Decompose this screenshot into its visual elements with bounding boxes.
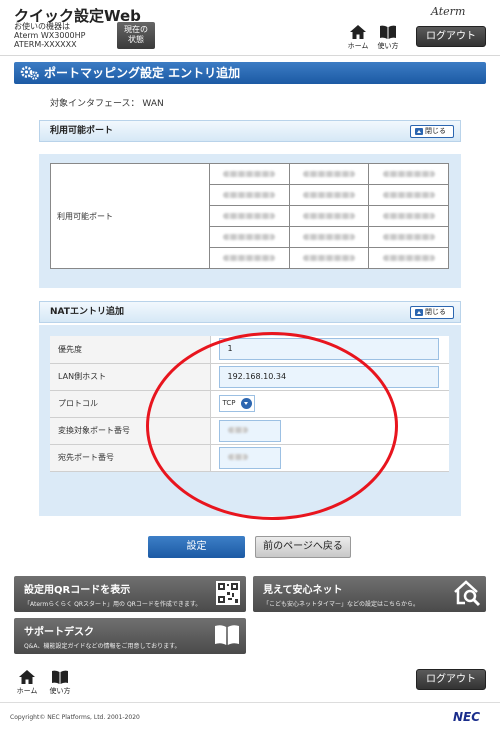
tile-description: 「Atermらくらく QRスタート」用の QRコードを作成できます。 (24, 601, 202, 608)
page-title-text: ポートマッピング設定 エントリ追加 (44, 66, 241, 80)
book-icon (215, 625, 239, 645)
gear-icon (20, 66, 39, 80)
interface-line: 対象インタフェース： WAN (50, 99, 164, 109)
footer-divider (0, 702, 500, 703)
close-label: 閉じる (425, 308, 446, 316)
brand-logo: Aterm (431, 5, 466, 18)
section-title: NATエントリ追加 (50, 307, 124, 317)
tile-title: 見えて安心ネット (263, 585, 343, 596)
nat-entry-close-button[interactable]: 閉じる (410, 306, 454, 319)
highlight-circle (146, 332, 398, 520)
redacted-cell (288, 184, 370, 206)
redacted-cell (209, 184, 290, 206)
tile-title: 設定用QRコードを表示 (24, 585, 131, 596)
status-button-line: 現在の (124, 25, 148, 34)
redacted-cell (368, 247, 449, 269)
page-title: ポートマッピング設定 エントリ追加 (14, 62, 486, 84)
close-label: 閉じる (425, 127, 446, 135)
submit-button[interactable]: 設定 (148, 536, 245, 558)
nat-entry-header: NATエントリ追加 閉じる (39, 301, 461, 323)
footer-home-link[interactable]: ホーム (14, 670, 40, 696)
available-ports-body: 利用可能ポート (39, 154, 461, 288)
mieteanshin-tile[interactable]: 見えて安心ネット 「こども安心ネットタイマー」などの設定はこちらから。 (253, 576, 486, 612)
redacted-cell (368, 163, 449, 185)
home-label: ホーム (16, 687, 38, 695)
nec-logo: NEC (453, 710, 481, 724)
chevron-up-icon (415, 309, 423, 316)
back-button[interactable]: 前のページへ戻る (255, 536, 351, 558)
redacted-cell (368, 184, 449, 206)
available-ports-label: 利用可能ポート (50, 163, 210, 269)
redacted-cell (368, 226, 449, 248)
tile-title: サポートデスク (24, 627, 94, 638)
status-button-line: 状態 (128, 35, 144, 44)
available-ports-close-button[interactable]: 閉じる (410, 125, 454, 138)
tile-description: Q&A、機能設定ガイドなどの情報をご用意しております。 (24, 643, 181, 650)
qr-code-tile[interactable]: 設定用QRコードを表示 「Atermらくらく QRスタート」用の QRコードを作… (14, 576, 246, 612)
redacted-cell (209, 247, 290, 269)
chevron-up-icon (415, 128, 423, 135)
footer-logout-button[interactable]: ログアウト (416, 669, 486, 690)
current-status-button[interactable]: 現在の 状態 (117, 22, 155, 49)
home-icon (19, 670, 35, 684)
available-ports-header: 利用可能ポート 閉じる (39, 120, 461, 142)
device-line: ATERM-XXXXXX (14, 40, 77, 49)
home-label: ホーム (347, 42, 369, 50)
redacted-cell (209, 226, 290, 248)
footer-usage-link[interactable]: 使い方 (47, 670, 73, 696)
device-info: お使いの機器は Aterm WX3000HP ATERM-XXXXXX (14, 22, 114, 49)
redacted-cell (288, 247, 370, 269)
book-icon (52, 670, 68, 684)
table-row: 利用可能ポート (50, 163, 449, 269)
redacted-cell (368, 205, 449, 227)
usage-label: 使い方 (377, 42, 399, 50)
support-desk-tile[interactable]: サポートデスク Q&A、機能設定ガイドなどの情報をご用意しております。 (14, 618, 246, 654)
home-icon (350, 25, 366, 39)
tile-description: 「こども安心ネットタイマー」などの設定はこちらから。 (263, 601, 420, 608)
device-line: Aterm WX3000HP (14, 31, 86, 40)
redacted-cell (288, 205, 370, 227)
book-icon (380, 25, 396, 39)
header-divider (0, 55, 500, 56)
redacted-cell (288, 226, 370, 248)
copyright: Copyright© NEC Platforms, Ltd. 2001-2020 (10, 714, 140, 721)
device-line: お使いの機器は (14, 22, 70, 31)
redacted-cell (288, 163, 370, 185)
home-link[interactable]: ホーム (345, 25, 371, 51)
qr-code-icon (216, 581, 240, 605)
available-ports-table: 利用可能ポート (50, 163, 449, 269)
section-title: 利用可能ポート (50, 126, 114, 136)
house-search-icon (454, 580, 481, 607)
usage-link[interactable]: 使い方 (375, 25, 401, 51)
usage-label: 使い方 (49, 687, 71, 695)
redacted-cell (209, 205, 290, 227)
redacted-cell (209, 163, 290, 185)
logout-button[interactable]: ログアウト (416, 26, 486, 47)
